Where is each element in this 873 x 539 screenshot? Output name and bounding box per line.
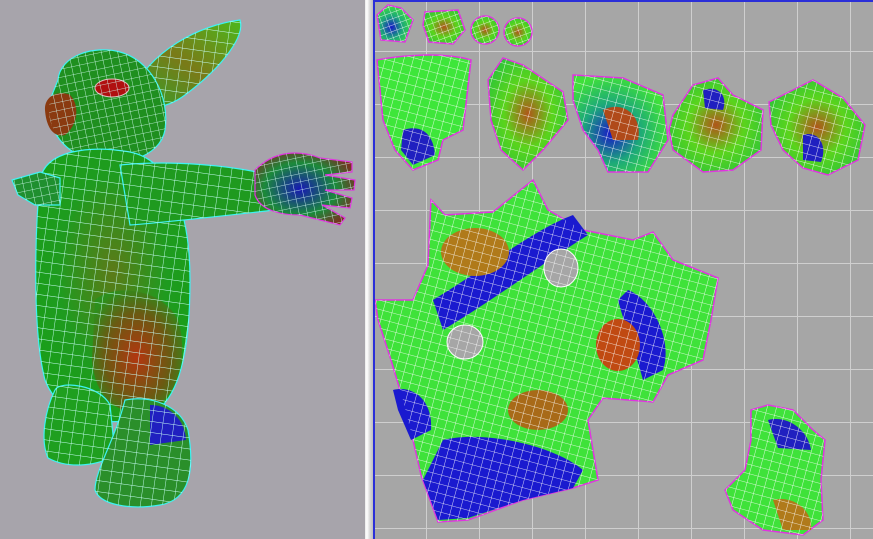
uv-shell-ear[interactable] (487, 57, 569, 172)
uv-shell-hand[interactable] (768, 79, 866, 176)
rabbit-mesh (11, 19, 356, 508)
rabbit-hand (254, 152, 356, 226)
uv-shell-small[interactable] (503, 17, 533, 47)
uv-shell-hand[interactable] (724, 404, 826, 536)
uv-shell-ear[interactable] (572, 74, 669, 173)
uv-shell-small[interactable] (376, 4, 414, 43)
3d-viewport[interactable] (0, 0, 365, 539)
uv-shell-small[interactable] (470, 15, 500, 45)
pane-splitter[interactable] (365, 0, 373, 539)
uv-shells (374, 4, 866, 536)
uv-shell-hand[interactable] (668, 77, 764, 173)
uv-shell-body[interactable] (374, 178, 719, 523)
uv-shell-small[interactable] (422, 9, 466, 45)
uv-editor-viewport[interactable] (373, 0, 873, 539)
uv-shell-leg[interactable] (376, 54, 472, 171)
rabbit-arm (119, 162, 276, 226)
rabbit-arm-left (11, 171, 61, 206)
